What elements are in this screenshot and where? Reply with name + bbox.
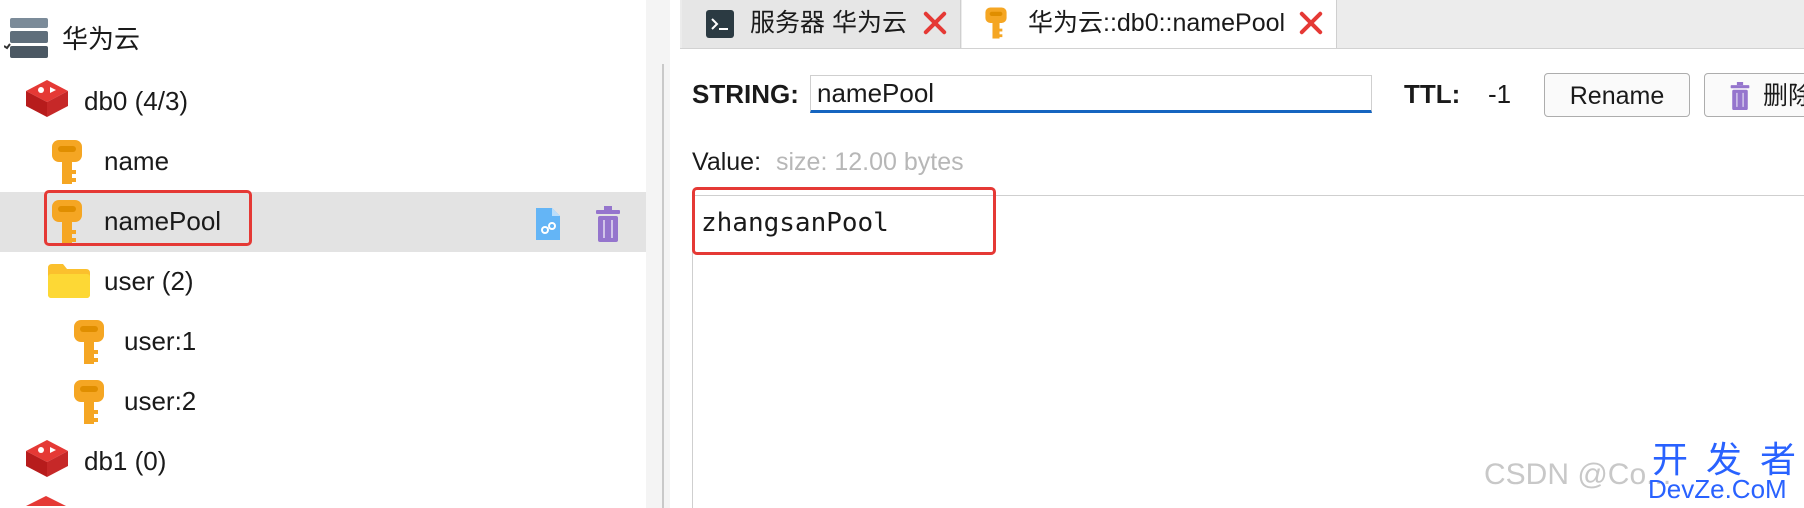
delete-button[interactable]: 删除 bbox=[1704, 73, 1804, 117]
tree-item-label: db0 (4/3) bbox=[84, 86, 189, 116]
tree-item-key-name[interactable]: name bbox=[0, 132, 646, 192]
tree-item-db1[interactable]: db1 (0) bbox=[0, 432, 646, 492]
key-editor-panel: STRING: namePool TTL: -1 Rename 删除 Value… bbox=[680, 49, 1804, 508]
connection-tree: 华为云 db0 (4/3) name namePool user (2) use… bbox=[0, 0, 646, 508]
delete-key-icon[interactable] bbox=[594, 206, 622, 242]
tab-label: 服务器 华为云 bbox=[750, 9, 907, 37]
redis-db-icon bbox=[26, 496, 66, 506]
close-tab-icon[interactable] bbox=[1296, 8, 1326, 38]
csdn-watermark: CSDN @Co... bbox=[1484, 458, 1672, 491]
rename-button-label: Rename bbox=[1569, 82, 1665, 110]
highlight-value bbox=[692, 187, 996, 255]
highlight-selected-key bbox=[44, 190, 252, 246]
close-tab-icon[interactable] bbox=[920, 8, 950, 38]
tree-item-label: db1 (0) bbox=[84, 446, 167, 476]
rename-button[interactable]: Rename bbox=[1544, 73, 1690, 117]
terminal-icon bbox=[706, 10, 734, 38]
key-icon bbox=[74, 320, 104, 364]
copy-key-icon[interactable] bbox=[532, 206, 564, 242]
delete-button-label: 删除 bbox=[1763, 82, 1804, 110]
splitter-handle[interactable] bbox=[662, 64, 664, 508]
key-icon bbox=[985, 7, 1007, 39]
value-label: Value: bbox=[692, 148, 762, 176]
tab-key-namepool[interactable]: 华为云::db0::namePool bbox=[962, 0, 1337, 48]
ttl-label: TTL: bbox=[1404, 79, 1461, 109]
tab-bar: 服务器 华为云 华为云::db0::namePool bbox=[680, 0, 1804, 49]
trash-icon bbox=[1730, 82, 1750, 110]
tree-item-label: name bbox=[104, 146, 170, 176]
tree-item-label: user:1 bbox=[124, 326, 197, 356]
ttl-value[interactable]: -1 bbox=[1488, 79, 1511, 109]
tree-item-key-user1[interactable]: user:1 bbox=[0, 312, 646, 372]
key-name-input[interactable]: namePool bbox=[810, 75, 1372, 113]
tab-label: 华为云::db0::namePool bbox=[1028, 9, 1286, 37]
tree-item-label: user:2 bbox=[124, 386, 197, 416]
server-stack-icon bbox=[4, 18, 48, 58]
key-icon bbox=[74, 380, 104, 424]
key-name-value: namePool bbox=[817, 78, 935, 108]
key-icon bbox=[52, 140, 82, 184]
value-size-text: size: 12.00 bytes bbox=[776, 148, 964, 176]
redis-db-icon bbox=[26, 80, 68, 117]
tab-server[interactable]: 服务器 华为云 bbox=[682, 0, 961, 48]
tree-item-label: 华为云 bbox=[62, 24, 141, 54]
brand-watermark-bottom: DevZe.CoM bbox=[1648, 474, 1787, 504]
pane-splitter[interactable] bbox=[646, 0, 670, 508]
tree-item-db0[interactable]: db0 (4/3) bbox=[0, 72, 646, 132]
tree-item-key-user2[interactable]: user:2 bbox=[0, 372, 646, 432]
redis-db-icon bbox=[26, 440, 68, 477]
tree-item-folder-user[interactable]: user (2) bbox=[0, 252, 646, 312]
folder-icon bbox=[48, 264, 90, 298]
tree-item-label: user (2) bbox=[104, 266, 194, 296]
key-type-label: STRING: bbox=[692, 79, 799, 109]
tree-item-server[interactable]: 华为云 bbox=[0, 10, 646, 70]
